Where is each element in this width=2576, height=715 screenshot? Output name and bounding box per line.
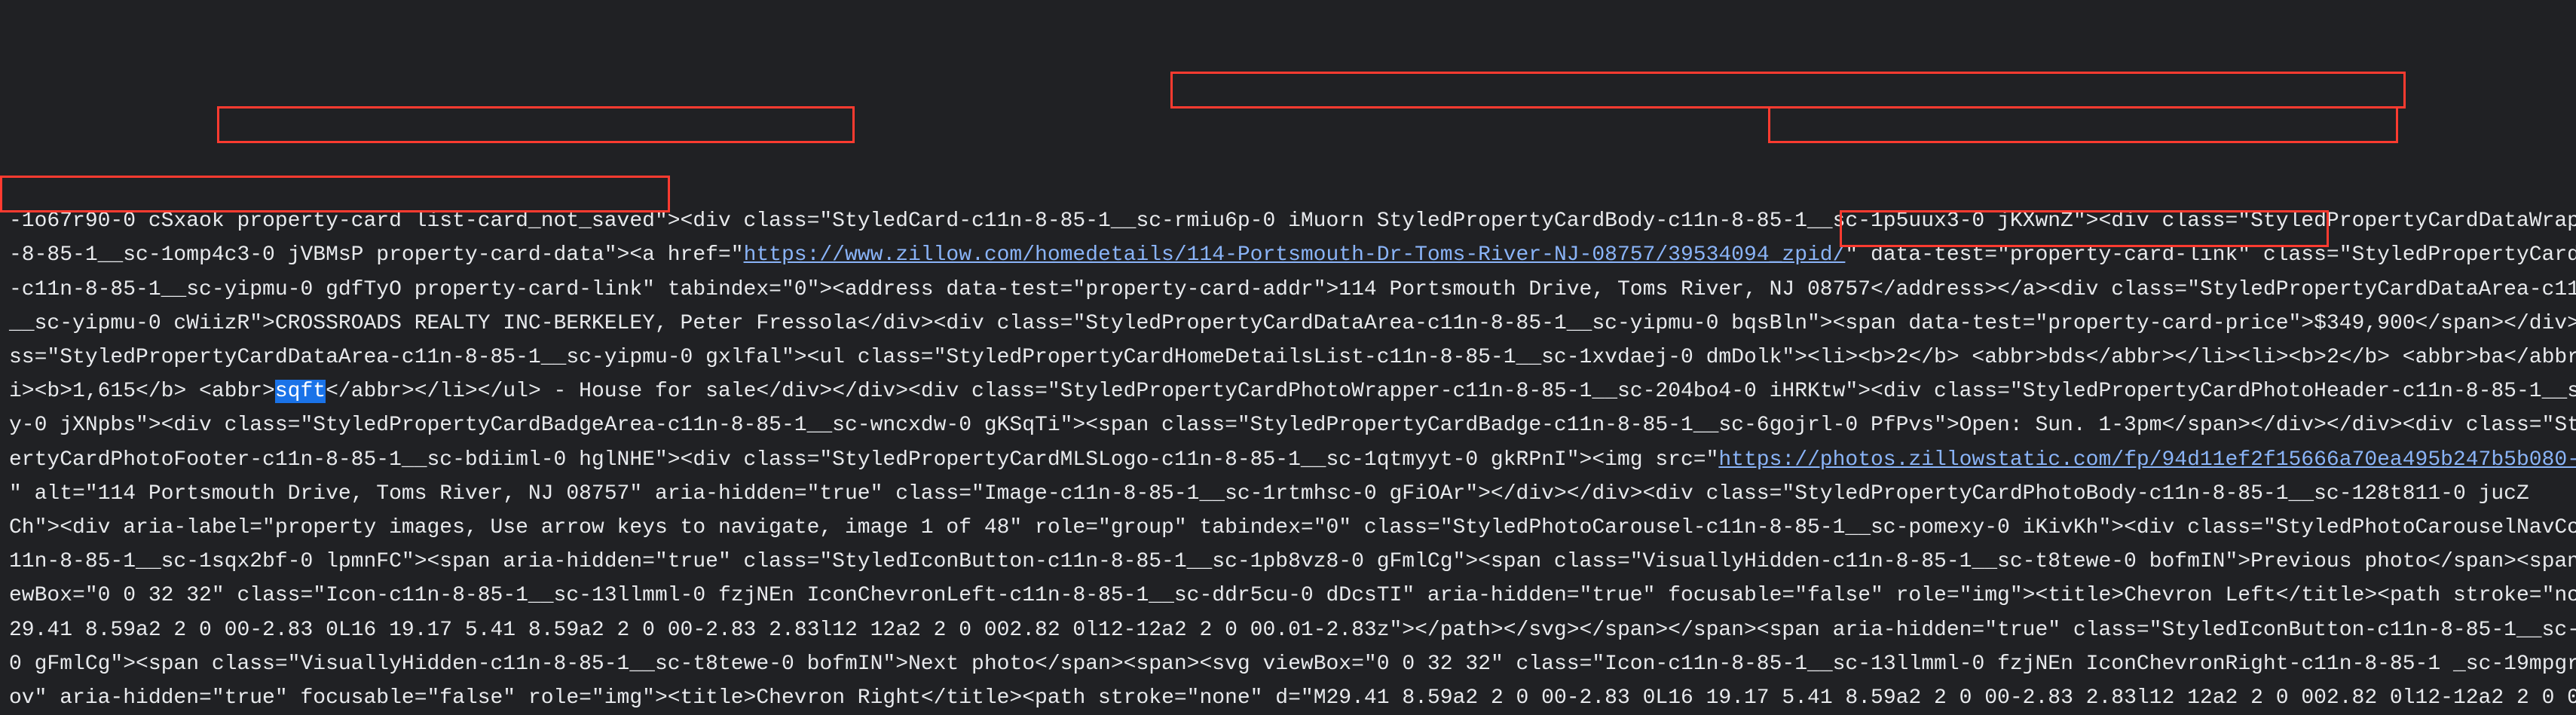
code-text: </span></div><div cla <box>2415 312 2576 335</box>
code-text: </div><div class="StyledPropertyCardData… <box>858 312 2314 335</box>
code-text: ewBox=" <box>9 584 98 607</box>
code-text: __sc-yipmu-0 cWiizR"> <box>9 312 275 335</box>
chevron-right-title: Chevron Right <box>756 686 920 710</box>
code-text: </div></div><div class="StyledPropertyCa… <box>756 380 2576 403</box>
baths-abbr: ba <box>2479 346 2504 369</box>
property-address: 114 Portsmouth Drive, Toms River, NJ 087… <box>1338 278 1871 301</box>
code-text: 11n-8-85-1__sc-1sqx2bf-0 lpmnFC"><span a… <box>9 550 2250 573</box>
property-detail-url[interactable]: https://www.zillow.com/homedetails/114-P… <box>744 243 1846 267</box>
code-text: " role="group" tabindex="0" class="Style… <box>1009 516 2576 539</box>
code-text: Ch"><div aria-label=" <box>9 516 275 539</box>
prev-photo-label: Previous photo <box>2250 550 2428 573</box>
code-text: </abbr></li><li><b> <box>2086 346 2327 369</box>
annotation-box <box>217 106 855 143</box>
listing-type: House for sale <box>579 380 756 403</box>
beds-value: 2 <box>1896 346 1909 369</box>
code-text: </title><path stroke="none" d="M <box>2276 584 2576 607</box>
code-text: </span><span><svg viewBox=" <box>1035 652 1377 676</box>
code-text: " data-test="property-card-link" class="… <box>1845 243 2576 267</box>
code-text: i><b> <box>9 380 72 403</box>
code-text: " class="Icon-c11n-8-85-1__sc-13llmml-0 … <box>1491 652 2576 676</box>
code-text: </span></div></div><div class="StyledPro… <box>2161 414 2576 437</box>
code-text: </b> <abbr> <box>2339 346 2479 369</box>
code-text: </address></a><div class="StyledProperty… <box>1871 278 2576 301</box>
code-text: 0 gFmlCg"><span class="VisuallyHidden-c1… <box>9 652 908 676</box>
code-text: y-0 jXNpbs"><div class="StyledPropertyCa… <box>9 414 1960 437</box>
selected-text-sqft: sqft <box>275 380 326 403</box>
open-house-badge: Open: Sun. 1-3pm <box>1960 414 2162 437</box>
chevron-right-path: M29.41 8.59a2 2 0 00-2.83 0L16 19.17 5.4… <box>1314 686 2576 710</box>
property-broker: CROSSROADS REALTY INC-BERKELEY, Peter Fr… <box>275 312 858 335</box>
code-text: </title><path stroke="none" d=" <box>921 686 1314 710</box>
svg-viewbox: 0 0 32 32 <box>1377 652 1491 676</box>
mls-logo-alt: 114 Portsmouth Drive, Toms River, NJ 087… <box>98 482 630 506</box>
beds-abbr: bds <box>2048 346 2085 369</box>
baths-value: 2 <box>2327 346 2339 369</box>
carousel-aria-label: property images, Use arrow keys to navig… <box>275 516 1010 539</box>
code-text: </b> <abbr> <box>136 380 275 403</box>
code-text: ss="StyledPropertyCardDataArea-c11n-8-85… <box>9 346 1896 369</box>
annotation-box <box>1170 72 2406 108</box>
code-text: </span><span><svg vi <box>2428 550 2576 573</box>
chevron-left-title: Chevron Left <box>2124 584 2276 607</box>
code-text: -c11n-8-85-1__sc-yipmu-0 gdfTyO property… <box>9 278 1338 301</box>
code-text: -1o67r90-0 cSxaok property-card list-car… <box>9 209 2576 233</box>
code-text: </abbr></li><l <box>2504 346 2576 369</box>
devtools-source-view[interactable]: -1o67r90-0 cSxaok property-card list-car… <box>0 170 2576 715</box>
annotation-box <box>1768 106 2398 143</box>
next-photo-label: Next photo <box>908 652 1035 676</box>
code-text: " alt=" <box>9 482 98 506</box>
code-text: 29.41 8.59a2 2 0 00-2.83 0L16 19.17 5.41… <box>9 619 2576 642</box>
code-text: -8-85-1__sc-1omp4c3-0 jVBMsP property-ca… <box>9 243 744 267</box>
sqft-value: 1,615 <box>72 380 136 403</box>
code-text: " aria-hidden="true" class="Image-c11n-8… <box>629 482 2529 506</box>
property-price: $349,900 <box>2314 312 2415 335</box>
code-text: " class="Icon-c11n-8-85-1__sc-13llmml-0 … <box>212 584 2124 607</box>
code-text: </b> <abbr> <box>1908 346 2048 369</box>
code-text: ertyCardPhotoFooter-c11n-8-85-1__sc-bdii… <box>9 448 1718 472</box>
svg-viewbox: 0 0 32 32 <box>98 584 212 607</box>
mls-logo-url[interactable]: https://photos.zillowstatic.com/fp/94d11… <box>1718 448 2576 472</box>
code-text: </abbr></li></ul> - <box>326 380 579 403</box>
code-text: ov" aria-hidden="true" focusable="false"… <box>9 686 756 710</box>
